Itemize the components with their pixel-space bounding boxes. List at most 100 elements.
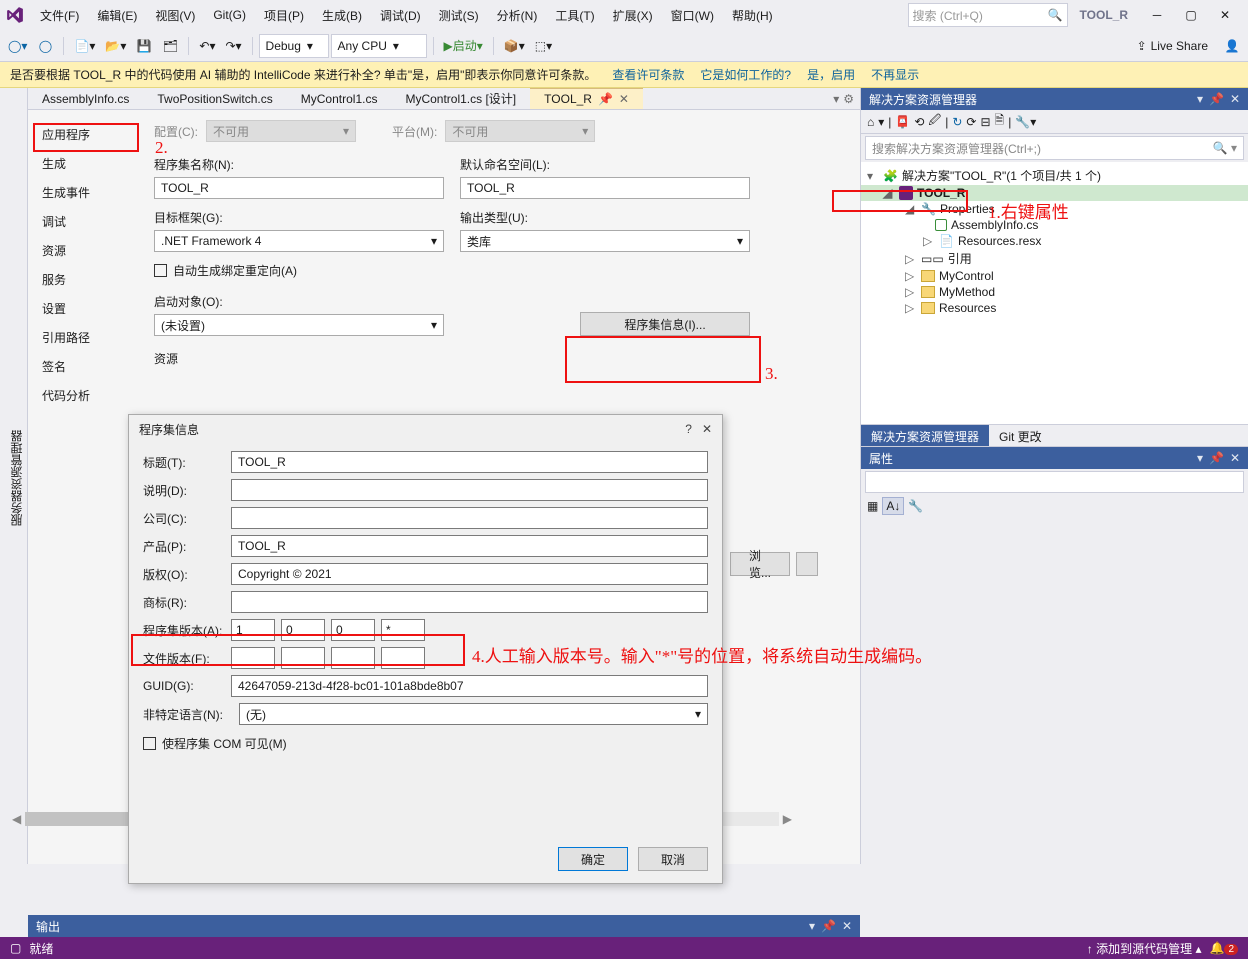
pin-icon[interactable]: 📌 <box>821 919 836 933</box>
add-to-source-control[interactable]: ↑ 添加到源代码管理 ▴ <box>1087 940 1202 957</box>
menu-file[interactable]: 文件(F) <box>32 3 87 28</box>
minimize-button[interactable]: ─ <box>1140 3 1174 27</box>
dlg-asmver-build[interactable]: 0 <box>331 619 375 641</box>
menu-view[interactable]: 视图(V) <box>147 3 203 28</box>
global-search[interactable]: 搜索 (Ctrl+Q) 🔍 <box>908 3 1068 27</box>
nav-debug[interactable]: 调试 <box>28 207 138 236</box>
target-framework-dropdown[interactable]: .NET Framework 4▾ <box>154 230 444 252</box>
save-button[interactable]: 💾 <box>132 34 156 58</box>
nav-application[interactable]: 应用程序 <box>28 120 138 149</box>
dropdown-icon[interactable]: ▾ <box>833 92 839 106</box>
start-debug-button[interactable]: ▶ 启动 ▾ <box>440 34 487 58</box>
close-icon[interactable]: ✕ <box>1230 92 1240 106</box>
maximize-button[interactable]: ▢ <box>1174 3 1208 27</box>
menu-git[interactable]: Git(G) <box>205 4 254 26</box>
new-button[interactable]: 📄▾ <box>70 34 99 58</box>
notifications-icon[interactable]: 🔔2 <box>1209 941 1238 955</box>
home-icon[interactable]: ⌂ <box>867 115 874 129</box>
how-it-works-link[interactable]: 它是如何工作的? <box>700 66 791 83</box>
back-button[interactable]: ◯▾ <box>4 34 31 58</box>
dlg-company-input[interactable] <box>231 507 708 529</box>
toolbar-icon[interactable]: 📮 <box>895 115 910 129</box>
pin-icon[interactable]: 📌 <box>1209 92 1224 106</box>
server-explorer-tab[interactable]: 服务器资源管理器 <box>6 426 27 530</box>
tree-properties[interactable]: ◢🔧Properties <box>861 201 1248 217</box>
dlg-asmver-minor[interactable]: 0 <box>281 619 325 641</box>
close-button[interactable]: ✕ <box>1208 3 1242 27</box>
menu-edit[interactable]: 编辑(E) <box>89 3 145 28</box>
output-type-dropdown[interactable]: 类库▾ <box>460 230 750 252</box>
dlg-product-input[interactable]: TOOL_R <box>231 535 708 557</box>
defns-input[interactable]: TOOL_R <box>460 177 750 199</box>
tab-mycontrol1-design[interactable]: MyControl1.cs [设计] <box>391 88 530 109</box>
dlg-filever-build[interactable] <box>331 647 375 669</box>
tab-git-changes[interactable]: Git 更改 <box>989 425 1052 446</box>
show-all-icon[interactable]: 🗎 <box>995 111 1005 132</box>
ok-button[interactable]: 确定 <box>558 847 628 871</box>
assembly-info-button[interactable]: 程序集信息(I)... <box>580 312 750 336</box>
properties-object-select[interactable] <box>865 471 1244 493</box>
toolbar-icon[interactable]: ⟲ <box>914 115 924 129</box>
menu-extensions[interactable]: 扩展(X) <box>605 3 661 28</box>
dismiss-link[interactable]: 不再显示 <box>871 66 919 83</box>
startup-object-dropdown[interactable]: (未设置)▾ <box>154 314 444 336</box>
dlg-filever-rev[interactable] <box>381 647 425 669</box>
redo-button[interactable]: ↷▾ <box>221 34 245 58</box>
nav-services[interactable]: 服务 <box>28 265 138 294</box>
tree-references[interactable]: ▷▭▭引用 <box>861 249 1248 268</box>
close-icon[interactable]: ✕ <box>702 422 712 436</box>
tree-solution[interactable]: ▾🧩解决方案"TOOL_R"(1 个项目/共 1 个) <box>861 166 1248 185</box>
refresh-icon[interactable]: ↻ <box>952 115 962 129</box>
tree-project[interactable]: ◢TOOL_R <box>861 185 1248 201</box>
pin-icon[interactable]: 📌 <box>1209 451 1224 465</box>
dlg-com-visible-checkbox[interactable]: 使程序集 COM 可见(M) <box>143 735 708 752</box>
view-license-link[interactable]: 查看许可条款 <box>612 66 684 83</box>
toolbar-icon[interactable]: ⬚▾ <box>531 34 556 58</box>
nav-settings[interactable]: 设置 <box>28 294 138 323</box>
nav-build-events[interactable]: 生成事件 <box>28 178 138 207</box>
dlg-trademark-input[interactable] <box>231 591 708 613</box>
sync-icon[interactable]: ⟳ <box>966 115 976 129</box>
config-dropdown[interactable]: Debug▾ <box>259 34 329 58</box>
menu-tools[interactable]: 工具(T) <box>547 3 602 28</box>
solution-search[interactable]: 搜索解决方案资源管理器(Ctrl+;)🔍 ▾ <box>865 136 1244 160</box>
dlg-lang-dropdown[interactable]: (无)▾ <box>239 703 708 725</box>
browse-button[interactable]: 浏览... <box>730 552 790 576</box>
dropdown-icon[interactable]: ▾ <box>809 919 815 933</box>
tab-solution-explorer[interactable]: 解决方案资源管理器 <box>861 425 989 446</box>
dropdown-icon[interactable]: ▾ <box>1197 92 1203 106</box>
tree-resources-resx[interactable]: ▷📄Resources.resx <box>861 233 1248 249</box>
enable-link[interactable]: 是，启用 <box>807 66 855 83</box>
property-pages-icon[interactable]: 🔧 <box>908 499 923 513</box>
tab-mycontrol1-cs[interactable]: MyControl1.cs <box>287 88 392 109</box>
close-icon[interactable]: ✕ <box>1230 451 1240 465</box>
gear-icon[interactable]: ⚙ <box>843 92 854 106</box>
tab-tool-r[interactable]: TOOL_R📌✕ <box>530 88 643 109</box>
tree-mymethod[interactable]: ▷MyMethod <box>861 284 1248 300</box>
account-icon[interactable]: 👤 <box>1220 34 1244 58</box>
forward-button[interactable]: ◯ <box>33 34 57 58</box>
close-icon[interactable]: ✕ <box>842 919 852 933</box>
dlg-title-input[interactable]: TOOL_R <box>231 451 708 473</box>
asmname-input[interactable]: TOOL_R <box>154 177 444 199</box>
categorize-icon[interactable]: ▦ <box>867 499 878 513</box>
dlg-copyright-input[interactable]: Copyright © 2021 <box>231 563 708 585</box>
alphabetical-icon[interactable]: A↓ <box>882 497 904 515</box>
properties-icon[interactable]: 🔧▾ <box>1015 115 1036 129</box>
nav-code-analysis[interactable]: 代码分析 <box>28 381 138 410</box>
nav-signing[interactable]: 签名 <box>28 352 138 381</box>
collapse-icon[interactable]: ⊟ <box>980 115 990 129</box>
menu-build[interactable]: 生成(B) <box>314 3 370 28</box>
toolbar-icon[interactable]: 📦▾ <box>500 34 529 58</box>
scroll-left-icon[interactable]: ◀ <box>12 812 21 826</box>
menu-debug[interactable]: 调试(D) <box>372 3 429 28</box>
menu-help[interactable]: 帮助(H) <box>724 3 781 28</box>
tab-assemblyinfo[interactable]: AssemblyInfo.cs <box>28 88 143 109</box>
dlg-asmver-rev[interactable]: * <box>381 619 425 641</box>
cancel-button[interactable]: 取消 <box>638 847 708 871</box>
dlg-desc-input[interactable] <box>231 479 708 501</box>
nav-build[interactable]: 生成 <box>28 149 138 178</box>
menu-window[interactable]: 窗口(W) <box>663 3 722 28</box>
tab-twopositionswitch[interactable]: TwoPositionSwitch.cs <box>143 88 286 109</box>
open-button[interactable]: 📂▾ <box>101 34 130 58</box>
